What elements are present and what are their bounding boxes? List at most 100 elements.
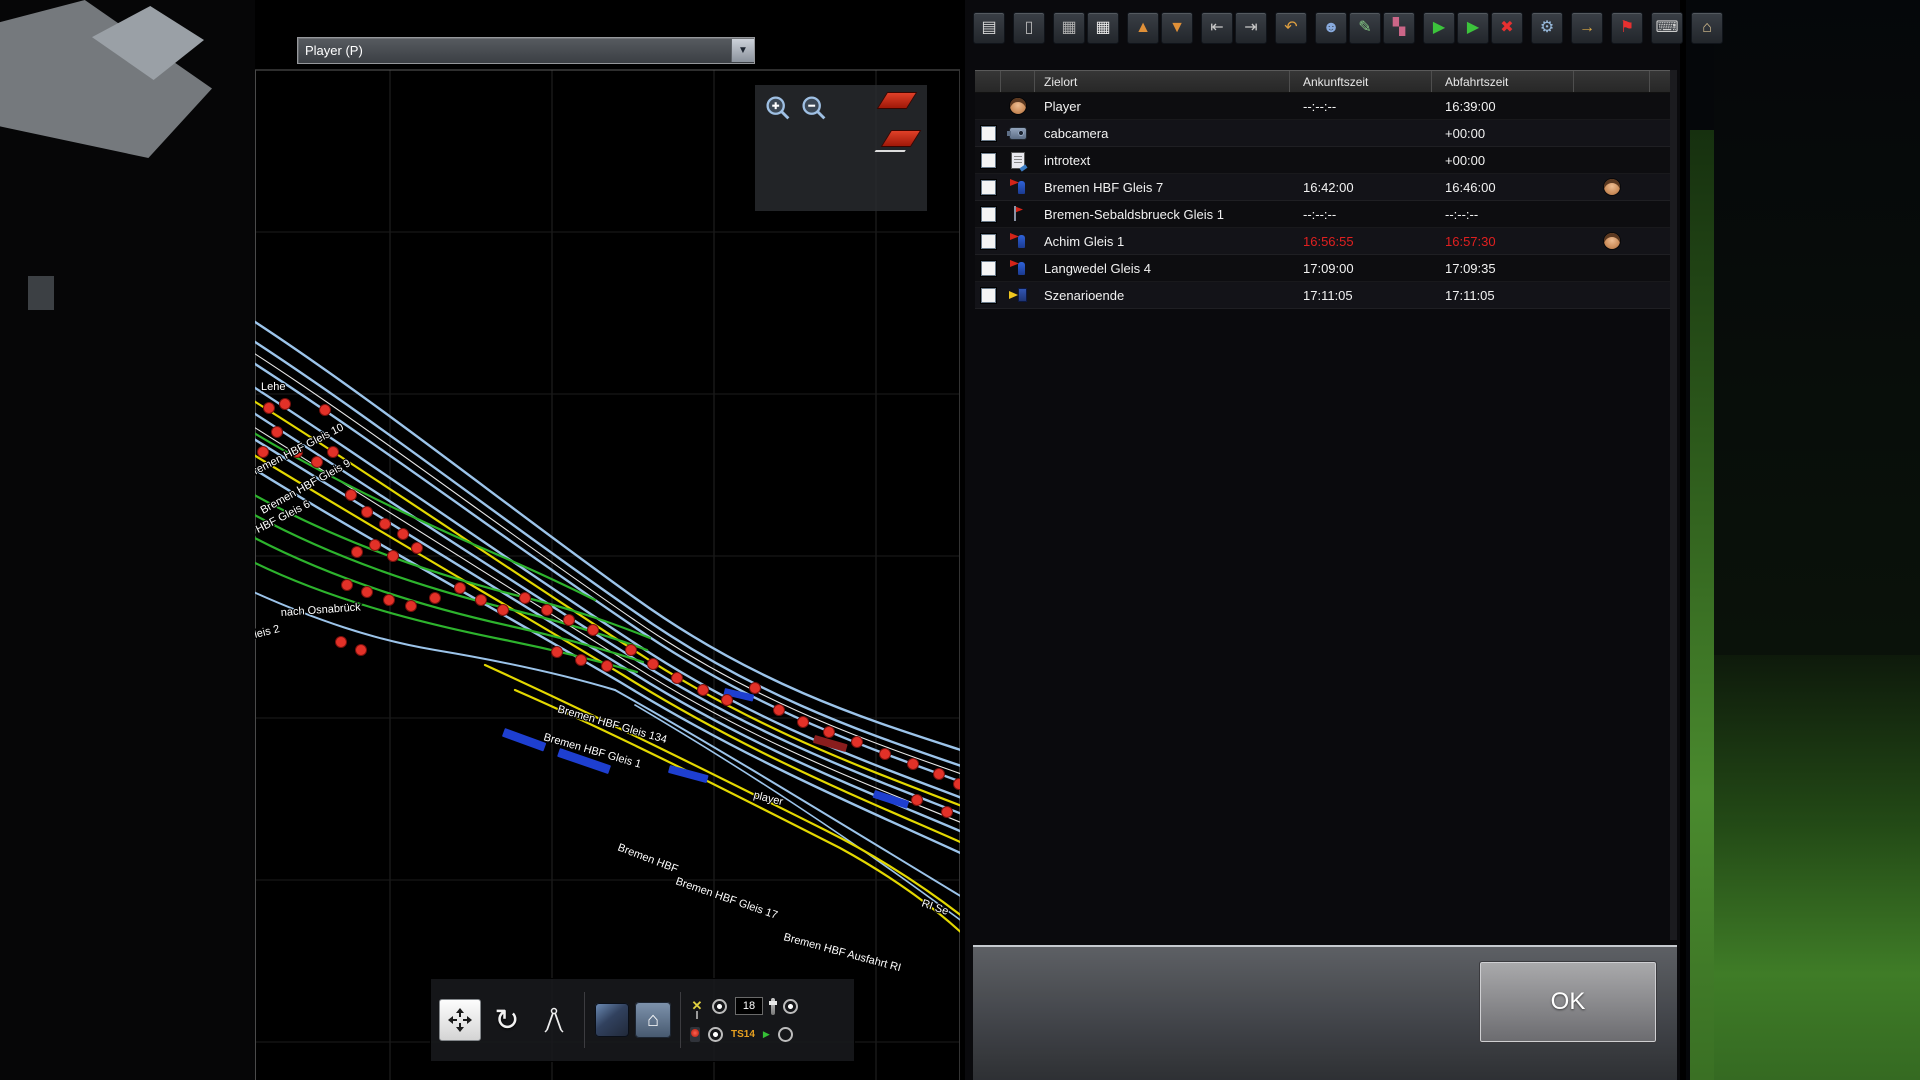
table-row[interactable]: Langwedel Gleis 417:09:0017:09:35: [975, 255, 1672, 282]
zoom-out-icon: [799, 93, 829, 123]
header-zielort[interactable]: Zielort: [1035, 71, 1290, 92]
table-row[interactable]: Bremen-Sebaldsbrueck Gleis 1--:--:----:-…: [975, 201, 1672, 228]
globe-icon: [595, 1003, 629, 1037]
add-service-button[interactable]: ▶: [1423, 12, 1455, 44]
map-marker: [476, 595, 487, 606]
driver-icon: ☻: [1323, 20, 1340, 36]
row-destination[interactable]: introtext: [1035, 153, 1290, 168]
header-abfahrtszeit[interactable]: Abfahrtszeit: [1432, 71, 1574, 92]
radio-filled-icon[interactable]: [708, 1027, 723, 1042]
table-row[interactable]: Szenarioende17:11:0517:11:05: [975, 282, 1672, 309]
app-root: LeheBremen HBF Gleis 10Bremen HBF Gleis …: [0, 0, 1920, 1080]
zoom-out-button[interactable]: [799, 93, 829, 123]
pan-tool-button[interactable]: [439, 999, 481, 1041]
checkbox-cell: [975, 288, 1001, 303]
table-row[interactable]: cabcamera+00:00: [975, 120, 1672, 147]
move-up-button[interactable]: ▲: [1127, 12, 1159, 44]
map-marker: [852, 737, 863, 748]
scrollbar-track[interactable]: [1670, 70, 1677, 940]
chevron-down-icon[interactable]: ▼: [731, 39, 754, 62]
table-row[interactable]: Bremen HBF Gleis 716:42:0016:46:00: [975, 174, 1672, 201]
map-marker: [588, 625, 599, 636]
row-destination[interactable]: Achim Gleis 1: [1035, 234, 1290, 249]
map-marker: [342, 580, 353, 591]
timetable: Zielort Ankunftszeit Abfahrtszeit Player…: [975, 70, 1672, 309]
grid-small-icon: ▦: [1061, 20, 1076, 36]
row-checkbox[interactable]: [981, 288, 996, 303]
row-destination[interactable]: Szenarioende: [1035, 288, 1290, 303]
grid-large-button[interactable]: ▦: [1087, 12, 1119, 44]
display-filter-cluster: ✕ 18 TS14 ▶: [690, 993, 798, 1047]
map-marker: [672, 673, 683, 684]
map-marker: [774, 705, 785, 716]
row-destination[interactable]: Player: [1035, 99, 1290, 114]
measure-tool-button[interactable]: [533, 997, 575, 1043]
edit-button[interactable]: ✎: [1349, 12, 1381, 44]
map-marker: [602, 661, 613, 672]
departure-time: 16:46:00: [1432, 180, 1574, 195]
insert-before-button[interactable]: ⇤: [1201, 12, 1233, 44]
driver-face-icon[interactable]: [1604, 179, 1620, 195]
departure-time: 16:39:00: [1432, 99, 1574, 114]
edit-region-icon[interactable]: [882, 131, 919, 146]
delete-button[interactable]: ▯: [1013, 12, 1045, 44]
driver-face-icon[interactable]: [1604, 233, 1620, 249]
consist-dropdown[interactable]: Player (P) ▼: [297, 37, 755, 64]
driver-icon: [1010, 98, 1026, 114]
world-view-button[interactable]: [594, 1002, 630, 1038]
portal-button[interactable]: →: [1571, 12, 1603, 44]
flag-button[interactable]: ⚑: [1611, 12, 1643, 44]
table-row[interactable]: introtext +00:00: [975, 147, 1672, 174]
table-row[interactable]: Achim Gleis 116:56:5516:57:30: [975, 228, 1672, 255]
header-ankunftszeit[interactable]: Ankunftszeit: [1290, 71, 1432, 92]
row-checkbox[interactable]: [981, 207, 996, 222]
text-icon: [1012, 153, 1024, 168]
service-properties-button[interactable]: ⚙: [1531, 12, 1563, 44]
consist-colors-button[interactable]: ▚: [1383, 12, 1415, 44]
row-destination[interactable]: Langwedel Gleis 4: [1035, 261, 1290, 276]
remove-service-button[interactable]: ✖: [1491, 12, 1523, 44]
world-sky: [1714, 0, 1920, 655]
insert-before-icon: ⇤: [1210, 20, 1223, 36]
undo-button[interactable]: ↶: [1275, 12, 1307, 44]
grid-small-button[interactable]: ▦: [1053, 12, 1085, 44]
keyboard-button[interactable]: ⌨: [1651, 12, 1683, 44]
signal-red-icon[interactable]: [690, 1027, 700, 1042]
rotate-view-button[interactable]: ↻: [486, 997, 528, 1043]
row-destination[interactable]: Bremen HBF Gleis 7: [1035, 180, 1290, 195]
insert-after-button[interactable]: ⇥: [1235, 12, 1267, 44]
radio-empty-icon[interactable]: [778, 1027, 793, 1042]
radio-filled-icon[interactable]: [783, 999, 798, 1014]
row-destination[interactable]: Bremen-Sebaldsbrueck Gleis 1: [1035, 207, 1290, 222]
row-destination[interactable]: cabcamera: [1035, 126, 1290, 141]
map-label: Lehe: [261, 381, 285, 393]
table-row[interactable]: Player--:--:--16:39:00: [975, 93, 1672, 120]
home-view-button[interactable]: ⌂: [635, 1002, 671, 1038]
row-checkbox[interactable]: [981, 153, 996, 168]
ok-button[interactable]: OK: [1480, 962, 1656, 1042]
move-down-button[interactable]: ▼: [1161, 12, 1193, 44]
row-checkbox[interactable]: [981, 180, 996, 195]
draw-region-icon[interactable]: [878, 93, 915, 108]
slider-icon[interactable]: [771, 998, 775, 1015]
signal-x-icon[interactable]: ✕: [690, 998, 704, 1014]
shed-button[interactable]: ⌂: [1691, 12, 1723, 44]
map-label: RI Se: [920, 897, 950, 917]
map-marker: [576, 655, 587, 666]
add-service-next-button[interactable]: ▶: [1457, 12, 1489, 44]
icon-cell: [1001, 206, 1035, 222]
map-marker: [934, 769, 945, 780]
delete-icon: ▯: [1025, 20, 1034, 36]
radio-filled-icon[interactable]: [712, 999, 727, 1014]
zoom-in-button[interactable]: [763, 93, 793, 123]
map-marker: [564, 615, 575, 626]
departure-time: +00:00: [1432, 153, 1574, 168]
driver-button[interactable]: ☻: [1315, 12, 1347, 44]
row-checkbox[interactable]: [981, 234, 996, 249]
undo-icon: ↶: [1284, 20, 1297, 36]
save-button[interactable]: ▤: [973, 12, 1005, 44]
row-checkbox[interactable]: [981, 261, 996, 276]
map-label: Bremen HBF: [616, 842, 680, 876]
row-checkbox[interactable]: [981, 126, 996, 141]
icon-cell: [1001, 179, 1035, 195]
